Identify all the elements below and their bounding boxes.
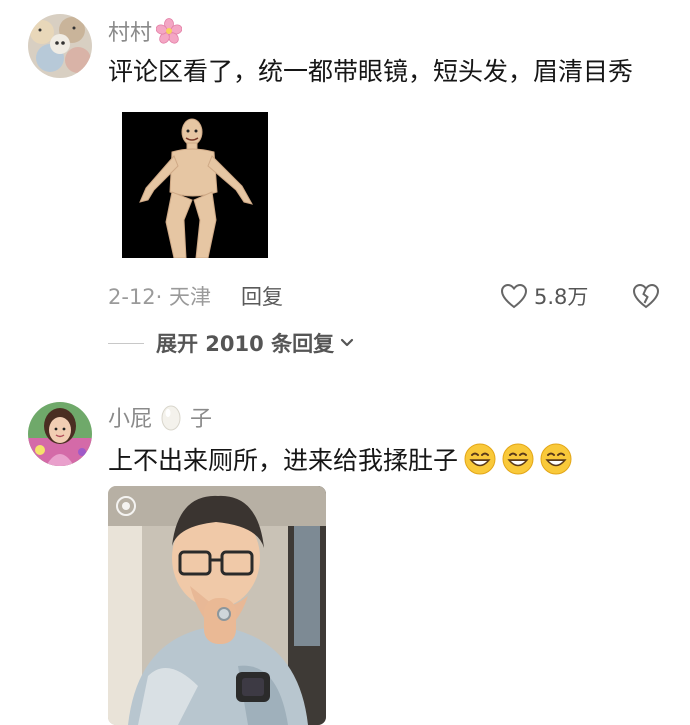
username[interactable]: 小屁 子 bbox=[108, 402, 212, 432]
username-prefix: 小屁 bbox=[108, 407, 153, 432]
avatar[interactable] bbox=[28, 14, 92, 78]
cherry-blossom-icon bbox=[156, 18, 183, 44]
date-location: 2-12· 天津 bbox=[108, 285, 212, 309]
grinning-emoji-icon bbox=[502, 443, 534, 475]
comment-text: 评论区看了，统一都带眼镜，短头发，眉清目秀 bbox=[108, 57, 634, 86]
broken-heart-icon bbox=[632, 283, 660, 309]
dislike-button[interactable] bbox=[632, 283, 660, 309]
like-count: 5.8万 bbox=[534, 285, 589, 309]
avatar[interactable] bbox=[28, 402, 92, 466]
comment-image[interactable] bbox=[108, 486, 326, 725]
comment-2: 小屁 子 上不出来厕所，进来给我揉肚子 bbox=[0, 390, 690, 725]
comment-image[interactable] bbox=[122, 112, 268, 258]
chevron-down-icon bbox=[340, 338, 354, 348]
comment-text-content: 上不出来厕所，进来给我揉肚子 bbox=[108, 446, 459, 475]
comment-text: 上不出来厕所，进来给我揉肚子 bbox=[108, 440, 572, 478]
username-suffix: 子 bbox=[190, 407, 213, 432]
username[interactable]: 村村 bbox=[108, 16, 183, 46]
grinning-emoji-icon bbox=[540, 443, 572, 475]
expand-replies-button[interactable]: 展开 2010 条回复 bbox=[108, 328, 354, 358]
expand-replies-label: 展开 2010 条回复 bbox=[156, 332, 335, 356]
reply-button[interactable]: 回复 bbox=[241, 281, 283, 311]
heart-icon bbox=[500, 283, 528, 309]
like-button[interactable]: 5.8万 bbox=[500, 281, 588, 311]
comment-1: 村村 评论区看了，统一都带眼镜，短头发，眉清目秀 2-12· 天津 回复 5.8… bbox=[0, 0, 690, 380]
divider bbox=[108, 342, 144, 344]
comment-meta: 2-12· 天津 回复 5.8万 bbox=[108, 280, 690, 312]
egg-icon bbox=[160, 403, 182, 431]
grinning-emoji-icon bbox=[464, 443, 496, 475]
username-text: 村村 bbox=[108, 21, 153, 46]
